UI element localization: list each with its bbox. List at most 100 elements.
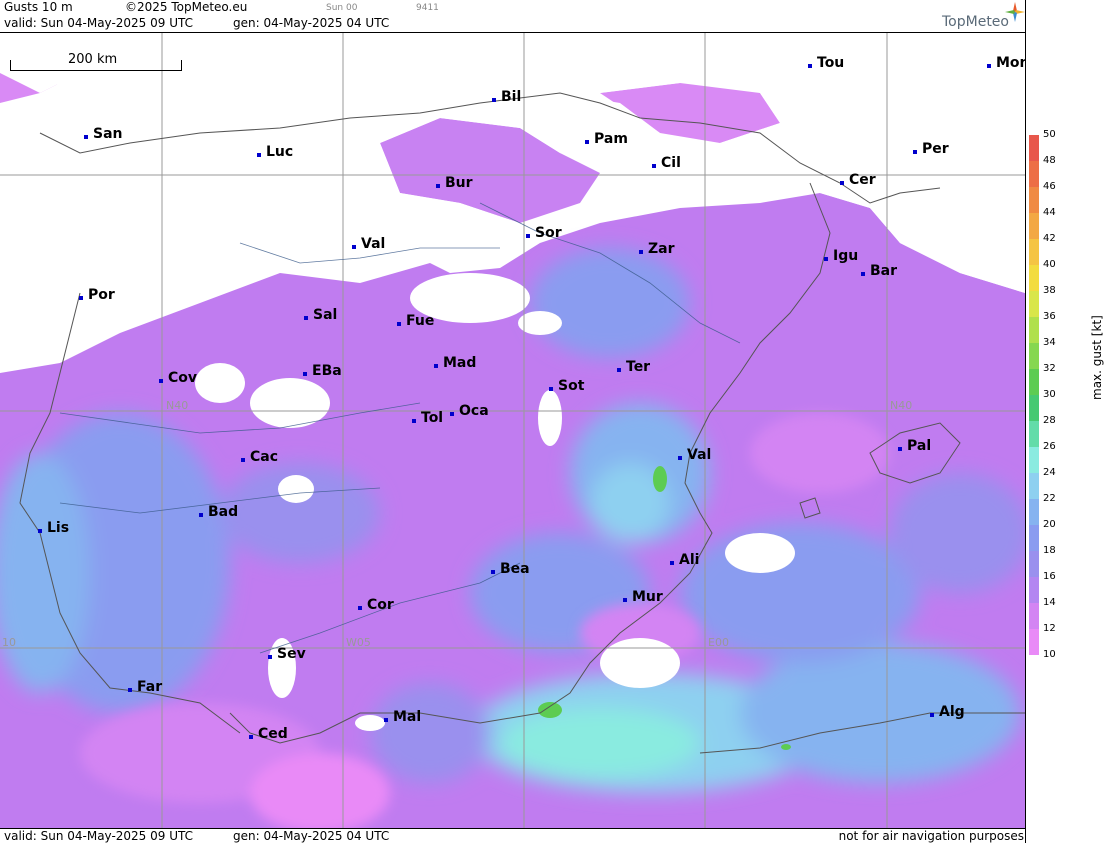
legend-swatch (1029, 525, 1039, 551)
city-marker[interactable]: Sev (268, 647, 306, 661)
city-marker[interactable]: Val (678, 448, 711, 462)
city-dot-icon (352, 245, 356, 249)
legend-swatch (1029, 603, 1039, 629)
legend-swatch (1029, 213, 1039, 239)
city-marker[interactable]: Alg (930, 705, 965, 719)
city-marker[interactable]: Bil (492, 90, 521, 104)
city-marker[interactable]: Pal (898, 439, 931, 453)
city-marker[interactable]: Bad (199, 505, 238, 519)
city-dot-icon (384, 718, 388, 722)
city-dot-icon (128, 688, 132, 692)
city-marker[interactable]: Ced (249, 727, 288, 741)
topmeteo-compass-icon (1005, 2, 1025, 22)
city-marker[interactable]: Sot (549, 379, 584, 393)
topmeteo-logo: TopMeteo (942, 14, 1009, 30)
legend-tick-label: 12 (1043, 623, 1056, 634)
code-label: 9411 (416, 3, 439, 13)
city-dot-icon (898, 447, 902, 451)
city-marker[interactable]: Cil (652, 156, 681, 170)
city-dot-icon (678, 456, 682, 460)
city-marker[interactable]: Sal (304, 308, 337, 322)
valid-time: valid: Sun 04-May-2025 09 UTC (4, 16, 193, 30)
legend-swatch (1029, 369, 1039, 395)
city-dot-icon (303, 372, 307, 376)
legend-tick-label: 42 (1043, 233, 1056, 244)
city-dot-icon (491, 570, 495, 574)
city-marker[interactable]: Cac (241, 450, 278, 464)
city-dot-icon (913, 150, 917, 154)
footer-disclaimer: not for air navigation purposes (838, 829, 1024, 843)
legend-tick-label: 30 (1043, 389, 1056, 400)
legend-swatch (1029, 395, 1039, 421)
city-dot-icon (304, 316, 308, 320)
city-marker[interactable]: Lis (38, 521, 69, 535)
footer-valid-time: valid: Sun 04-May-2025 09 UTC (4, 829, 193, 843)
city-marker[interactable]: Cer (840, 173, 876, 187)
city-marker[interactable]: Igu (824, 249, 858, 263)
city-marker[interactable]: Ter (617, 360, 650, 374)
legend-swatch (1029, 499, 1039, 525)
city-dot-icon (84, 135, 88, 139)
legend-title: max. gust [kt] (1090, 315, 1104, 400)
city-marker[interactable]: Mon (987, 56, 1025, 70)
city-dot-icon (257, 153, 261, 157)
gust-map[interactable]: 200 km N40 N40 W05 E00 10 Bil Tou Mon Sa… (0, 33, 1025, 828)
city-marker[interactable]: Luc (257, 145, 293, 159)
legend-swatch (1029, 343, 1039, 369)
city-marker[interactable]: Por (79, 288, 115, 302)
map-header: Gusts 10 m ©2025 TopMeteo.eu Sun 00 9411… (0, 0, 1025, 33)
legend-swatch (1029, 239, 1039, 265)
copyright: ©2025 TopMeteo.eu (125, 0, 248, 14)
city-dot-icon (987, 64, 991, 68)
city-dot-icon (249, 735, 253, 739)
city-marker[interactable]: Zar (639, 242, 675, 256)
run-label: Sun 00 (326, 3, 358, 13)
grid-label-n40-left: N40 (166, 399, 189, 412)
city-marker[interactable]: San (84, 127, 123, 141)
city-dot-icon (670, 561, 674, 565)
city-marker[interactable]: Pam (585, 132, 628, 146)
city-marker[interactable]: Mur (623, 590, 663, 604)
city-marker[interactable]: Mal (384, 710, 421, 724)
city-dot-icon (840, 181, 844, 185)
legend-tick-label: 24 (1043, 467, 1056, 478)
city-marker[interactable]: Bur (436, 176, 473, 190)
city-marker[interactable]: Far (128, 680, 162, 694)
legend-tick-label: 18 (1043, 545, 1056, 556)
city-dot-icon (241, 458, 245, 462)
city-marker[interactable]: Sor (526, 226, 562, 240)
city-marker[interactable]: Tou (808, 56, 844, 70)
city-marker[interactable]: EBa (303, 364, 342, 378)
city-dot-icon (617, 368, 621, 372)
legend-swatch (1029, 291, 1039, 317)
city-dot-icon (549, 387, 553, 391)
legend-swatch (1029, 629, 1039, 655)
city-dot-icon (639, 250, 643, 254)
city-dot-icon (652, 164, 656, 168)
city-marker[interactable]: Ali (670, 553, 699, 567)
grid-label-n40-right: N40 (890, 399, 913, 412)
city-marker[interactable]: Bar (861, 264, 897, 278)
city-dot-icon (585, 140, 589, 144)
legend-tick-label: 40 (1043, 259, 1056, 270)
legend-swatch (1029, 265, 1039, 291)
city-marker[interactable]: Cor (358, 598, 394, 612)
city-dot-icon (412, 419, 416, 423)
legend-tick-label: 20 (1043, 519, 1056, 530)
footer-gen-time: gen: 04-May-2025 04 UTC (233, 829, 390, 843)
color-legend: max. gust [kt] 50 48 46 44 42 40 38 36 34 32 30 28 2… (1025, 0, 1117, 843)
grid-label-e00: E00 (708, 636, 729, 649)
city-dot-icon (526, 234, 530, 238)
city-marker[interactable]: Mad (434, 356, 476, 370)
city-dot-icon (930, 713, 934, 717)
legend-tick-label: 38 (1043, 285, 1056, 296)
city-marker[interactable]: Tol (412, 411, 443, 425)
city-marker[interactable]: Cov (159, 371, 197, 385)
map-footer: valid: Sun 04-May-2025 09 UTC gen: 04-Ma… (0, 828, 1025, 844)
city-marker[interactable]: Oca (450, 404, 489, 418)
city-marker[interactable]: Fue (397, 314, 434, 328)
city-marker[interactable]: Bea (491, 562, 530, 576)
legend-swatch (1029, 473, 1039, 499)
city-marker[interactable]: Val (352, 237, 385, 251)
city-marker[interactable]: Per (913, 142, 949, 156)
